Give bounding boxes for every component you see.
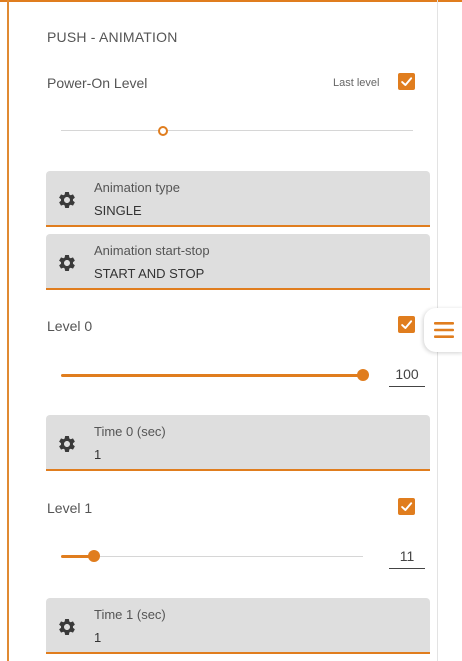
gear-icon (58, 619, 75, 635)
side-menu-button[interactable] (424, 308, 462, 352)
level-0-checkbox[interactable] (398, 316, 415, 333)
animation-type-label: Animation type (94, 180, 180, 195)
level-1-slider-thumb[interactable] (88, 550, 101, 562)
time-0-value: 1 (94, 447, 102, 462)
time-1-field[interactable]: Time 1 (sec) 1 (46, 598, 430, 654)
gear-icon (58, 191, 75, 208)
animation-start-stop-value: START AND STOP (94, 266, 205, 281)
time-0-field[interactable]: Time 0 (sec) 1 (46, 415, 430, 471)
time-1-label: Time 1 (sec) (94, 607, 166, 622)
hamburger-menu-icon (434, 322, 454, 338)
check-icon (401, 320, 413, 329)
level-0-slider-fill (61, 374, 363, 377)
animation-type-field[interactable]: Animation type SINGLE (46, 171, 430, 227)
section-title: PUSH - ANIMATION (47, 29, 178, 45)
level-0-label: Level 0 (47, 318, 93, 334)
level-1-slider-track[interactable] (61, 556, 363, 557)
power-on-slider-thumb[interactable] (158, 126, 169, 136)
gear-icon (58, 254, 75, 271)
animation-start-stop-label: Animation start-stop (94, 243, 210, 258)
level-0-slider-thumb[interactable] (357, 369, 369, 381)
gear-icon (58, 435, 75, 452)
power-on-level-label: Power-On Level (47, 75, 148, 91)
time-0-label: Time 0 (sec) (94, 424, 166, 439)
check-icon (401, 502, 413, 511)
top-border (0, 0, 462, 2)
power-on-slider-track[interactable] (61, 130, 413, 131)
left-border (7, 0, 9, 661)
time-1-value: 1 (94, 630, 102, 645)
check-icon (401, 77, 413, 86)
last-level-checkbox[interactable] (398, 73, 415, 90)
level-1-checkbox[interactable] (398, 498, 415, 515)
level-1-value-input[interactable]: 11 (389, 548, 425, 569)
animation-start-stop-field[interactable]: Animation start-stop START AND STOP (46, 234, 430, 290)
last-level-label: Last level (333, 77, 380, 89)
level-0-value-input[interactable]: 100 (389, 366, 425, 387)
level-1-label: Level 1 (47, 500, 93, 516)
animation-type-value: SINGLE (94, 203, 142, 218)
